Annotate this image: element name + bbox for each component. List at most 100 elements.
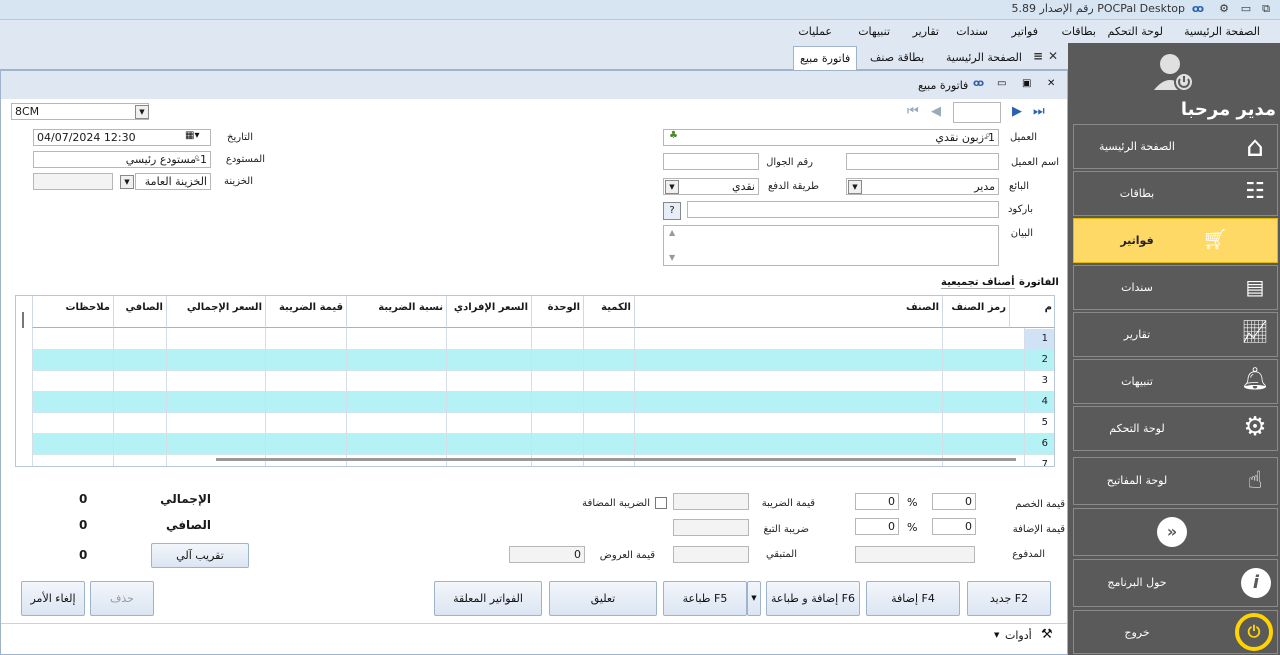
tab-assembled-items[interactable]: أصناف تجميعية: [941, 277, 1015, 289]
print-options-button[interactable]: ▼: [747, 581, 761, 616]
tab-home[interactable]: الصفحة الرئيسية: [940, 46, 1028, 70]
form-minimize-icon[interactable]: ▭: [997, 78, 1006, 89]
minimize-button[interactable]: ▭: [1238, 2, 1254, 15]
form-restore-icon[interactable]: ▣: [1022, 78, 1031, 89]
table-row[interactable]: 6: [32, 434, 1054, 455]
tab-item-card[interactable]: بطاقة صنف: [864, 46, 930, 70]
table-row[interactable]: 1: [32, 329, 1054, 350]
suspend-button[interactable]: تعليق: [549, 581, 657, 616]
customer-name-field[interactable]: [846, 153, 999, 170]
tab-menu-icon[interactable]: ≡: [1033, 49, 1043, 63]
add-print-button[interactable]: إضافة و طباعة F6: [766, 581, 860, 616]
info-icon: i: [1241, 568, 1271, 598]
sidebar-item-vouchers[interactable]: سندات ▤: [1073, 265, 1278, 310]
table-row[interactable]: 5: [32, 413, 1054, 434]
close-tab-icon[interactable]: ✕: [1048, 49, 1058, 63]
last-record-icon[interactable]: ⏭: [1033, 104, 1045, 119]
horizontal-scrollbar[interactable]: [216, 458, 1016, 461]
warehouse-field[interactable]: 1-مستودع رئيسي: [33, 151, 211, 168]
delete-button[interactable]: حذف: [90, 581, 154, 616]
sidebar-item-about[interactable]: حول البرنامج i: [1073, 559, 1278, 607]
menu-reports[interactable]: تقارير: [913, 25, 939, 38]
chevron-down-icon[interactable]: ▼: [848, 180, 862, 194]
barcode-input[interactable]: [687, 201, 999, 218]
scroll-down-icon[interactable]: ▼: [669, 253, 675, 262]
treasury-field[interactable]: الخزينة العامة: [135, 173, 211, 190]
auto-rounding-button[interactable]: تقريب آلي: [151, 543, 249, 568]
help-button[interactable]: ?: [663, 202, 681, 220]
mobile-field[interactable]: [663, 153, 759, 170]
first-record-icon[interactable]: ⏮: [907, 104, 919, 119]
col-notes[interactable]: ملاحظات: [32, 296, 113, 328]
col-item-code[interactable]: رمز الصنف: [942, 296, 1009, 328]
menu-control-panel[interactable]: لوحة التحكم: [1108, 25, 1163, 38]
table-row[interactable]: 3: [32, 371, 1054, 392]
addition-pct-input[interactable]: 0: [855, 518, 899, 535]
col-net[interactable]: الصافي: [113, 296, 166, 328]
menu-cards[interactable]: بطاقات: [1062, 25, 1096, 38]
discount-pct-input[interactable]: 0: [855, 493, 899, 510]
chevron-down-icon[interactable]: ▼: [994, 631, 999, 639]
menu-operations[interactable]: عمليات: [798, 25, 832, 38]
menu-bar: الصفحة الرئيسية لوحة التحكم بطاقات فواتي…: [0, 21, 1280, 43]
discount-value-input[interactable]: 0: [932, 493, 976, 510]
tools-menu[interactable]: أدوات: [1005, 629, 1032, 642]
paid-label: المدفوع: [1012, 549, 1045, 560]
prev-record-icon[interactable]: ◀: [931, 104, 941, 119]
table-row[interactable]: 4: [32, 392, 1054, 413]
col-unit-price[interactable]: السعر الإفرادي: [446, 296, 531, 328]
menu-alerts[interactable]: تنبيهات: [858, 25, 890, 38]
form-close-icon[interactable]: ✕: [1047, 78, 1055, 89]
sidebar-item-home[interactable]: الصفحة الرئيسية ⌂: [1073, 124, 1278, 169]
restore-button[interactable]: ⧉: [1258, 2, 1274, 16]
settings-icon[interactable]: ⚙: [1216, 2, 1232, 15]
add-customer-icon[interactable]: ♣: [669, 130, 678, 141]
printer-format-select[interactable]: 8CM: [11, 103, 149, 120]
seller-select[interactable]: مدير: [846, 178, 999, 195]
menu-invoices[interactable]: فواتير: [1012, 25, 1038, 38]
new-button[interactable]: جديد F2: [967, 581, 1051, 616]
sidebar-item-forward[interactable]: »: [1073, 508, 1278, 556]
cancel-button[interactable]: إلغاء الأمر: [21, 581, 85, 616]
invoice-items-grid[interactable]: م رمز الصنف الصنف الكمية الوحدة السعر ال…: [15, 295, 1055, 467]
grid-splitter[interactable]: [22, 312, 24, 328]
vat-checkbox[interactable]: [655, 497, 667, 509]
chevron-down-icon[interactable]: ▼: [120, 175, 134, 189]
chevron-down-icon[interactable]: ▼: [665, 180, 679, 194]
col-item[interactable]: الصنف: [634, 296, 942, 328]
col-tax-value[interactable]: قيمة الضريبة: [265, 296, 346, 328]
discount-pct-sign: %: [907, 496, 918, 509]
table-row[interactable]: 2: [32, 350, 1054, 371]
sidebar-item-control-panel[interactable]: لوحة التحكم ⚙: [1073, 406, 1278, 451]
statement-textarea[interactable]: [663, 225, 999, 266]
calendar-icon[interactable]: ▦▾: [185, 130, 199, 141]
menu-vouchers[interactable]: سندات: [956, 25, 988, 38]
scroll-up-icon[interactable]: ▲: [669, 228, 675, 237]
sidebar-item-reports[interactable]: تقارير 📈︎: [1073, 312, 1278, 357]
suspended-invoices-button[interactable]: الفواتير المعلقة: [434, 581, 542, 616]
tools-icon[interactable]: ⚒: [1041, 627, 1053, 642]
next-record-icon[interactable]: ▶: [1012, 104, 1022, 119]
col-index[interactable]: م: [1009, 296, 1054, 328]
sidebar-item-exit[interactable]: خروج ⏻: [1073, 610, 1278, 654]
col-unit[interactable]: الوحدة: [531, 296, 583, 328]
table-row[interactable]: 7: [32, 455, 1054, 466]
sidebar-item-cards[interactable]: بطاقات ☷: [1073, 171, 1278, 216]
sidebar-item-invoices[interactable]: فواتير 🛒︎: [1073, 218, 1278, 263]
search-icon[interactable]: ⌕: [985, 130, 991, 141]
record-number-input[interactable]: [953, 102, 1001, 123]
customer-field[interactable]: 1-زبون نقدي: [663, 129, 999, 146]
addition-value-input[interactable]: 0: [932, 518, 976, 535]
tab-sales-invoice[interactable]: فاتورة مبيع: [793, 46, 858, 70]
sidebar-item-keyboard[interactable]: لوحة المفاتيح ☝: [1073, 457, 1278, 505]
col-tax-rate[interactable]: نسبة الضريبة: [346, 296, 446, 328]
menu-home[interactable]: الصفحة الرئيسية: [1184, 25, 1260, 38]
search-icon[interactable]: ⌕: [194, 152, 200, 163]
col-total-price[interactable]: السعر الإجمالي: [166, 296, 265, 328]
sidebar-item-alerts[interactable]: تنبيهات 🔔︎: [1073, 359, 1278, 404]
add-button[interactable]: إضافة F4: [866, 581, 960, 616]
chevron-down-icon[interactable]: ▼: [135, 105, 149, 119]
print-button[interactable]: طباعة F5: [663, 581, 747, 616]
col-quantity[interactable]: الكمية: [583, 296, 634, 328]
tab-invoice-items[interactable]: الفاتورة: [1019, 277, 1059, 288]
